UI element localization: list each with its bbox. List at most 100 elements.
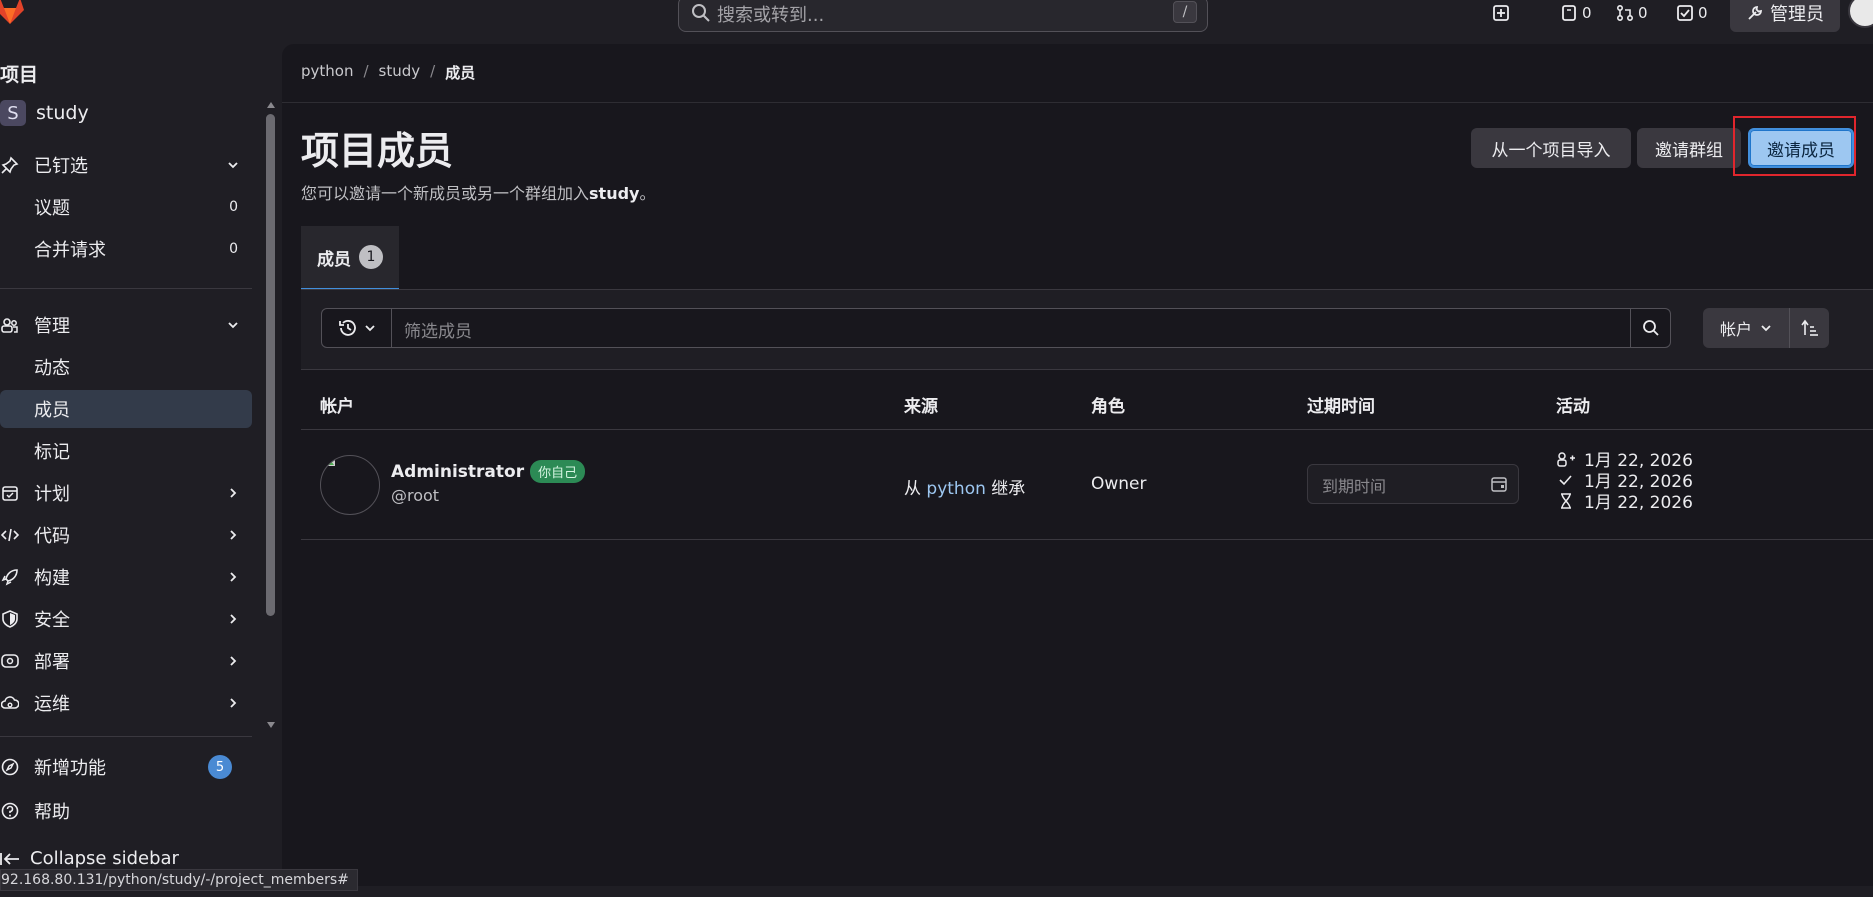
question-circle-icon (0, 802, 34, 820)
page-description-suffix: 。 (639, 184, 656, 203)
issues-count: 0 (1582, 4, 1592, 22)
user-avatar[interactable] (1848, 0, 1873, 28)
sidebar-item-operate[interactable]: 运维 (0, 684, 252, 722)
member-role: Owner (1091, 474, 1147, 494)
breadcrumb-current[interactable]: 成员 (445, 62, 475, 83)
search-icon (1642, 319, 1660, 337)
sidebar-item-help[interactable]: 帮助 (0, 792, 252, 830)
sidebar-item-label: 议题 (34, 198, 70, 219)
import-from-project-button[interactable]: 从一个项目导入 (1471, 128, 1631, 168)
sidebar-scrollbar-thumb[interactable] (266, 114, 275, 616)
sidebar-project-link[interactable]: S study (0, 100, 89, 126)
chevron-right-icon (226, 612, 240, 626)
sidebar-item-security[interactable]: 安全 (0, 600, 252, 638)
chevron-right-icon (226, 486, 240, 500)
admin-label: 管理员 (1770, 4, 1824, 25)
filter-members-input[interactable]: 筛选成员 (404, 317, 472, 342)
page-description-text: 您可以邀请一个新成员或另一个群组加入 (301, 184, 590, 203)
search-submit-button[interactable] (1630, 309, 1670, 347)
highlight-box (1733, 116, 1856, 176)
column-header-activity: 活动 (1556, 397, 1590, 417)
table-row: Administrator 你自己 @root 从 python 继承 Owne… (301, 430, 1873, 540)
global-search-input[interactable]: 搜索或转到... / (678, 0, 1208, 32)
history-icon (338, 318, 358, 338)
sidebar-item-label: 运维 (34, 694, 70, 715)
breadcrumb-project[interactable]: study (379, 62, 421, 83)
sort-ascending-icon (1800, 319, 1820, 337)
issues-icon (1560, 4, 1578, 22)
sidebar-item-build[interactable]: 构建 (0, 558, 252, 596)
member-name-text[interactable]: Administrator (391, 462, 524, 482)
sidebar-item-label: 计划 (34, 484, 70, 505)
sidebar-section-title: 项目 (0, 64, 39, 86)
main-content: python / study / 成员 项目成员 您可以邀请一个新成员或另一个群… (282, 44, 1873, 886)
plus-square-icon (1492, 4, 1510, 22)
sidebar-item-pinned[interactable]: 已钉选 (0, 146, 252, 184)
collapse-sidebar-button[interactable]: Collapse sidebar (0, 848, 179, 869)
sidebar-item-deploy[interactable]: 部署 (0, 642, 252, 680)
browser-status-url: 92.168.80.131/python/study/-/project_mem… (0, 869, 358, 891)
source-suffix: 继承 (991, 479, 1026, 499)
column-header-role: 角色 (1091, 397, 1125, 417)
assigned-issues-button[interactable]: 0 (1560, 0, 1592, 26)
sidebar-item-members[interactable]: 成员 (0, 390, 252, 428)
invite-group-button[interactable]: 邀请群组 (1637, 128, 1741, 168)
breadcrumb-group[interactable]: python (301, 62, 353, 83)
activity-last-activity: 1月 22, 2026 (1556, 488, 1693, 513)
tab-members[interactable]: 成员 1 (301, 226, 399, 290)
activity-last-activity-date: 1月 22, 2026 (1584, 493, 1693, 513)
sidebar-item-label: 代码 (34, 526, 70, 547)
column-header-account: 帐户 (320, 397, 354, 417)
breadcrumb: python / study / 成员 (301, 62, 475, 83)
admin-area-button[interactable]: 管理员 (1730, 0, 1840, 32)
filtered-search: 筛选成员 (321, 308, 1671, 348)
page-description: 您可以邀请一个新成员或另一个群组加入study。 (301, 180, 655, 204)
recent-searches-button[interactable] (322, 309, 392, 347)
filter-bar: 筛选成员 帐户 (301, 290, 1873, 370)
chevron-right-icon (226, 528, 240, 542)
sidebar-item-activity[interactable]: 动态 (0, 348, 252, 386)
sidebar-item-manage[interactable]: 管理 (0, 306, 252, 344)
sidebar-item-whats-new[interactable]: 新增功能 5 (0, 748, 252, 786)
collapse-arrow-icon (0, 851, 20, 867)
search-icon (691, 3, 711, 23)
todos-count: 0 (1698, 4, 1708, 22)
sidebar-item-count: 0 (229, 199, 238, 215)
tab-count-badge: 1 (359, 245, 383, 269)
todo-check-icon (1676, 4, 1694, 22)
chevron-down-icon (1760, 322, 1772, 334)
search-shortcut-key: / (1173, 1, 1197, 23)
source-prefix: 从 (904, 479, 921, 499)
sort-field-dropdown[interactable]: 帐户 (1703, 308, 1789, 348)
sidebar-item-label: 合并请求 (34, 240, 106, 261)
sidebar-manage-label: 管理 (34, 316, 70, 337)
member-name[interactable]: Administrator 你自己 (391, 460, 586, 483)
sidebar-item-labels[interactable]: 标记 (0, 432, 252, 470)
merge-requests-button[interactable]: 0 (1616, 0, 1648, 26)
member-source: 从 python 继承 (904, 474, 1025, 499)
sidebar-item-label: 构建 (34, 568, 70, 589)
breadcrumb-separator: / (363, 62, 369, 80)
chevron-down-icon (226, 318, 240, 332)
column-header-source: 来源 (904, 397, 938, 417)
todos-button[interactable]: 0 (1676, 0, 1708, 26)
chevron-right-icon (226, 654, 240, 668)
sidebar-item-merge-requests[interactable]: 合并请求 0 (0, 230, 252, 268)
source-group-link[interactable]: python (926, 479, 985, 499)
expiration-date-input[interactable]: 到期时间 (1307, 464, 1519, 504)
members-table-header: 帐户 来源 角色 过期时间 活动 (301, 370, 1873, 430)
gitlab-logo-icon[interactable] (0, 0, 28, 28)
sidebar-item-plan[interactable]: 计划 (0, 474, 252, 512)
create-new-button[interactable] (1492, 0, 1510, 26)
merge-request-icon (1616, 4, 1634, 22)
sidebar-item-label: 帮助 (34, 802, 70, 823)
header-divider (282, 102, 1873, 103)
calendar-icon[interactable] (1490, 475, 1508, 493)
sidebar-item-issues[interactable]: 议题 0 (0, 188, 252, 226)
sort-controls: 帐户 (1703, 308, 1829, 348)
chevron-down-icon (226, 158, 240, 172)
project-name: study (36, 102, 89, 124)
sidebar-item-code[interactable]: 代码 (0, 516, 252, 554)
member-avatar[interactable] (320, 455, 380, 515)
sort-direction-button[interactable] (1789, 308, 1829, 348)
